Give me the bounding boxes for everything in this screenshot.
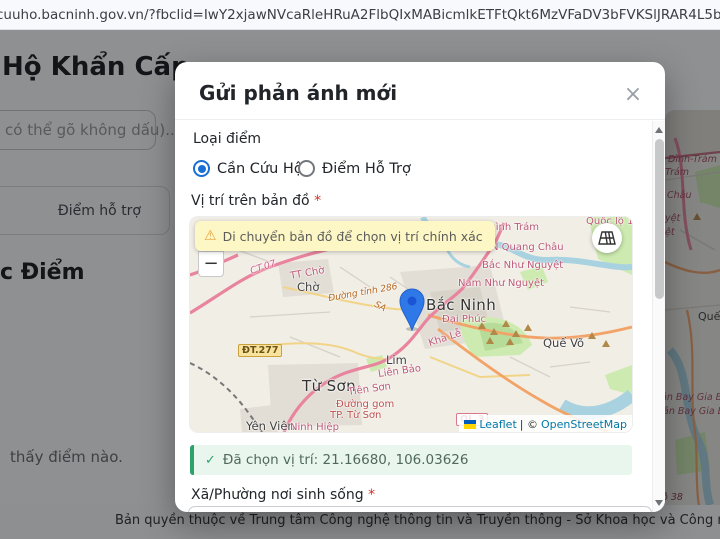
radio-need-rescue-icon[interactable] [193,160,210,177]
map-warning-text: Di chuyển bản đồ để chọn vị trí chính xá… [223,229,483,244]
ward-label: Xã/Phường nơi sinh sống * [191,487,375,503]
map-label: TP. Từ Sơn [330,410,381,421]
modal-header: Gửi phản ánh mới × [175,62,665,120]
map-warning-banner: ⚠ Di chuyển bản đồ để chọn vị trí chính … [195,221,495,251]
map-label: Đình Trám [488,222,539,233]
attribution-separator: | © [520,418,538,431]
basemap-toggle-button[interactable] [592,223,622,253]
radio-need-rescue-label[interactable]: Cần Cứu Hộ [217,161,303,177]
location-selected-text: Đã chọn vị trí: 21.16680, 106.03626 [223,452,469,468]
map-label: Bắc Như Nguyệt [482,260,563,271]
openstreetmap-link[interactable]: OpenStreetMap [541,418,627,431]
map-label: Đường gom [336,399,394,410]
map-label: Đại Phúc [442,314,486,325]
ward-label-text: Xã/Phường nơi sinh sống [191,487,364,503]
url-text[interactable]: cuuho.bacninh.gov.vn/?fbclid=IwY2xjawNVc… [0,7,720,23]
warning-icon: ⚠ [204,228,217,244]
map-label: Bắc Ninh [426,296,496,314]
close-icon[interactable]: × [623,86,643,106]
modal-scrollbar[interactable] [652,121,665,512]
map-location-label-text: Vị trí trên bản đồ [191,193,310,209]
ward-select[interactable] [188,506,652,512]
map-label: Quế Võ [543,336,584,350]
point-type-label: Loại điểm [193,131,261,147]
road-shield-dt277: ĐT.277 [238,344,282,357]
map-label: Yên Viên [246,419,295,432]
new-report-modal: Gửi phản ánh mới × Loại điểm Cần Cứu Hộ … [175,62,665,512]
map-attribution: Leaflet | © OpenStreetMap [459,415,632,432]
leaflet-link[interactable]: Leaflet [479,418,516,431]
check-icon: ✓ [205,453,216,468]
radio-support-point-label[interactable]: Điểm Hỗ Trợ [322,161,411,177]
map-label: Nam Như Nguyệt [458,278,544,289]
screenshot-root: cuuho.bacninh.gov.vn/?fbclid=IwY2xjawNVc… [0,0,720,539]
map-location-label: Vị trí trên bản đồ * [191,193,321,209]
required-asterisk: * [368,487,375,503]
grid-icon [598,231,616,245]
scroll-down-icon[interactable] [655,500,663,506]
browser-address-bar[interactable]: cuuho.bacninh.gov.vn/?fbclid=IwY2xjawNVc… [0,0,720,30]
ukraine-flag-icon [464,420,476,429]
zoom-out-button[interactable]: − [198,251,224,277]
location-selected-alert: ✓ Đã chọn vị trí: 21.16680, 106.03626 [190,445,632,475]
leaflet-map[interactable]: Đình Trám KCN Quang Châu Bắc Như Nguyệt … [190,217,632,432]
map-label: Chờ [297,280,319,294]
scroll-up-icon[interactable] [655,127,663,133]
modal-title: Gửi phản ánh mới [199,81,397,105]
map-label: Ninh Hiệp [290,422,339,432]
radio-support-point-icon[interactable] [298,160,315,177]
scrollbar-thumb[interactable] [655,139,664,299]
required-asterisk: * [314,193,321,209]
